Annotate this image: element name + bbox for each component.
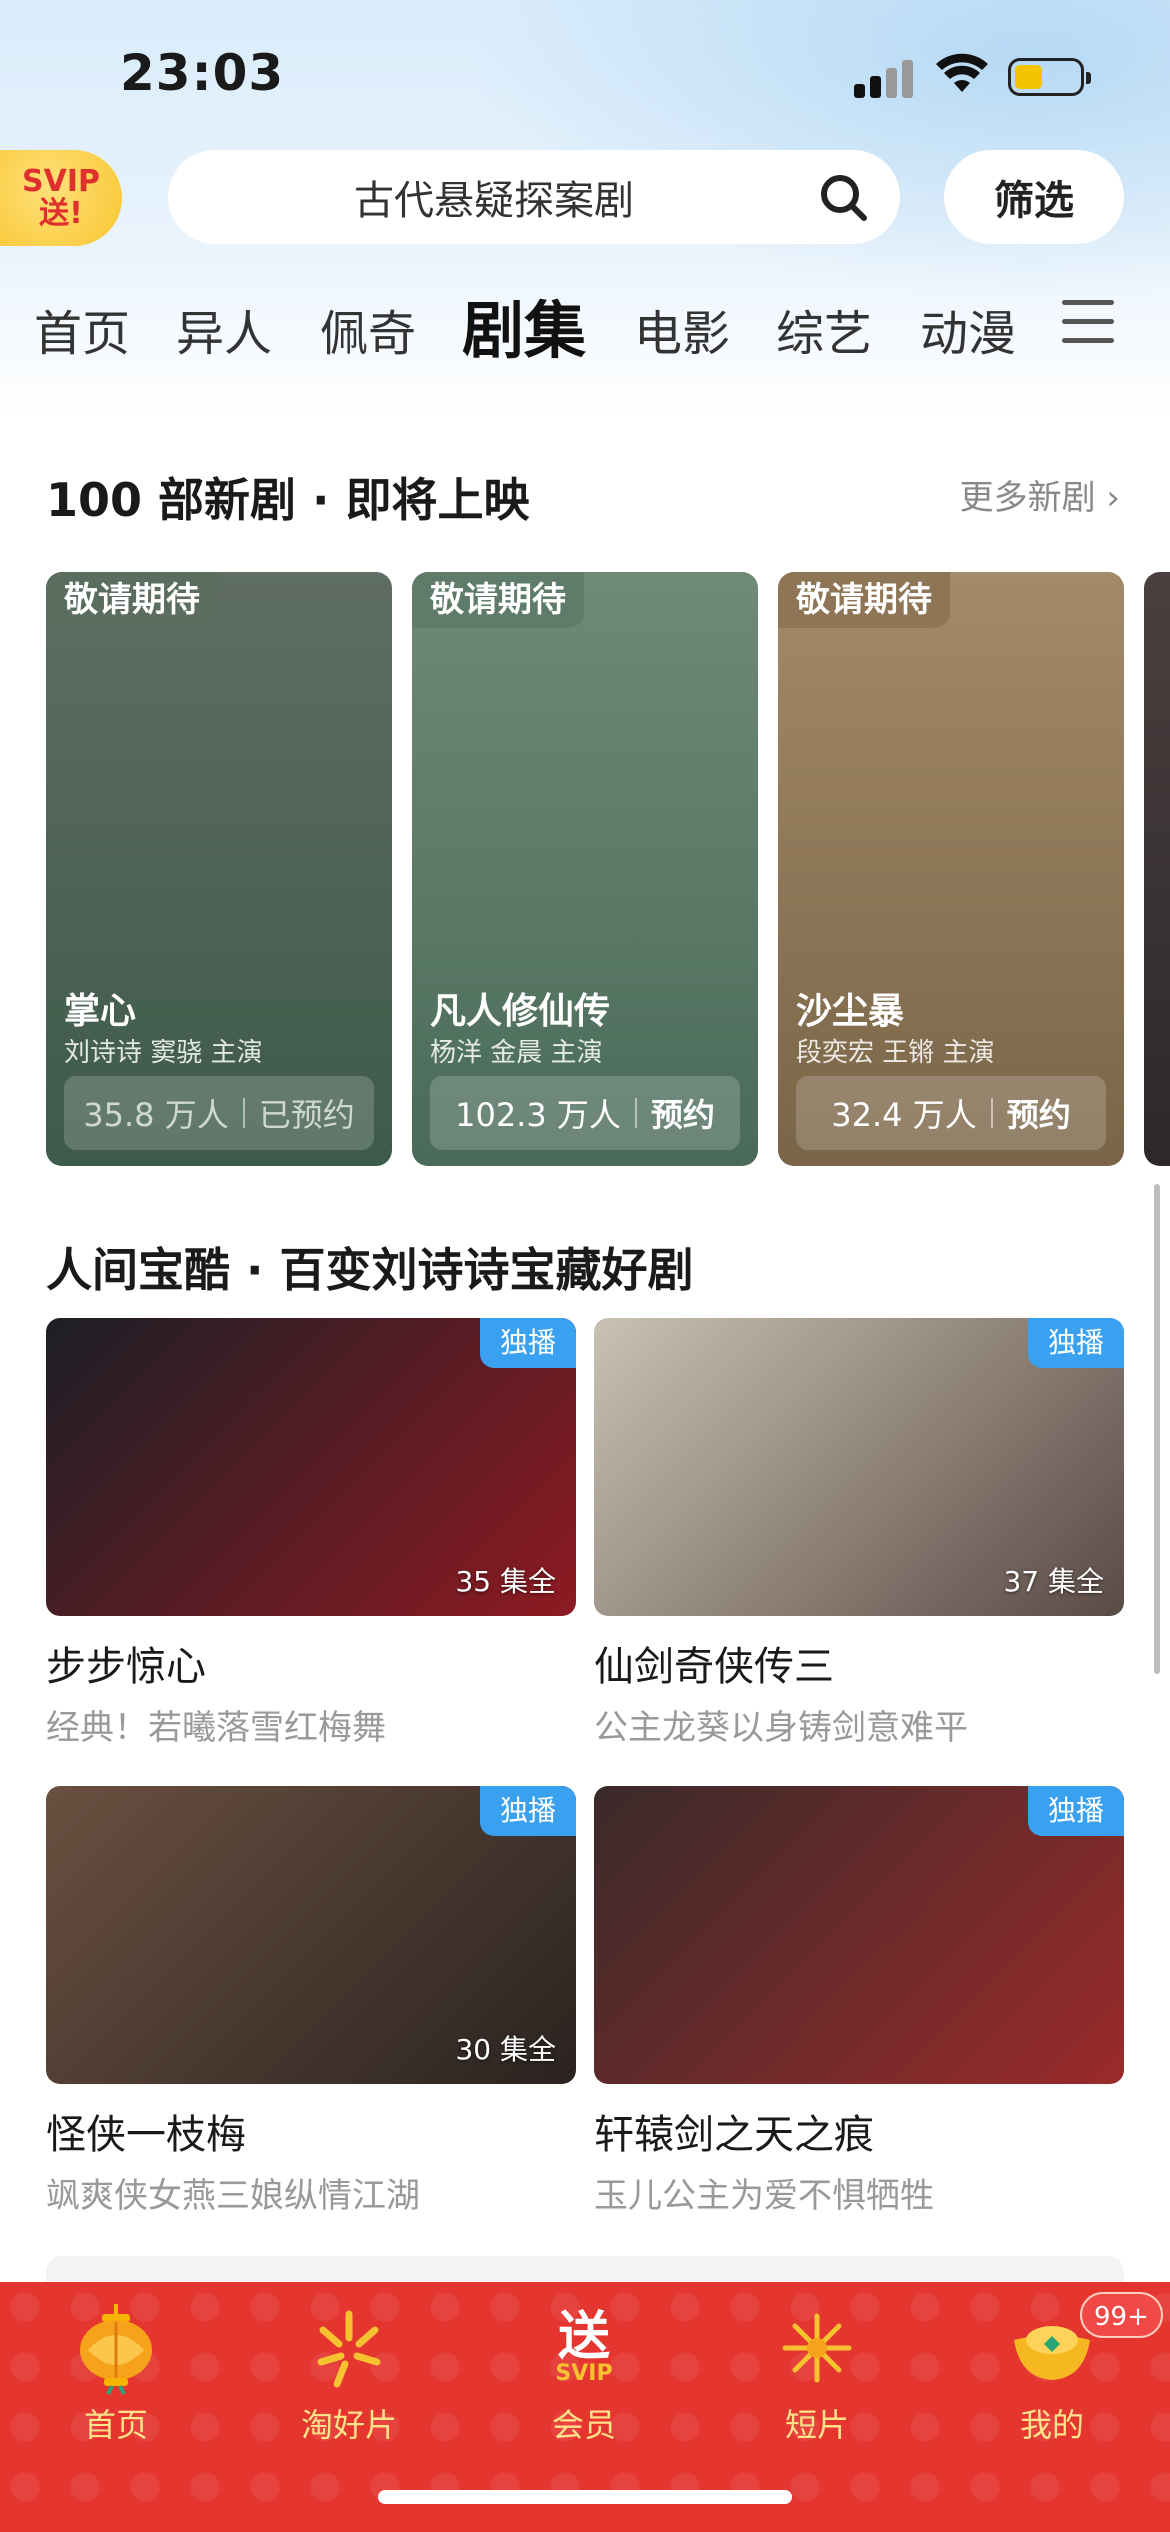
card-title: 沙尘暴	[796, 991, 905, 1032]
divider	[634, 1098, 637, 1128]
svip-gift-icon: 送 SVIP	[536, 2300, 632, 2396]
drama-title: 仙剑奇侠传三	[594, 1644, 834, 1690]
nav-home[interactable]: 首页	[26, 2300, 206, 2450]
exclusive-badge: 独播	[1028, 1318, 1124, 1368]
reserve-count: 102.3 万人	[455, 1096, 621, 1134]
drama-description: 经典！若曦落雪红梅舞	[46, 1708, 386, 1748]
tab-movies[interactable]: 电影	[634, 294, 730, 364]
nav-profile-label: 我的	[1019, 2406, 1084, 2444]
drama-title: 步步惊心	[46, 1644, 206, 1690]
svip-badge-line2: 送!	[39, 196, 83, 231]
drama-card[interactable]: 独播 37 集全 仙剑奇侠传三 公主龙葵以身铸剑意难平	[594, 1318, 1124, 1749]
drama-thumbnail[interactable]: 独播 30 集全	[46, 1786, 576, 2084]
upcoming-card[interactable]: 敬请期待 凡人修仙传 杨洋 金晨 主演 102.3 万人 预约	[412, 572, 758, 1166]
card-title: 掌心	[64, 991, 137, 1032]
search-icon[interactable]	[818, 172, 870, 224]
gift-glyph: 送	[557, 2307, 610, 2367]
drama-thumbnail[interactable]: 独播 35 集全	[46, 1318, 576, 1616]
exclusive-badge: 独播	[480, 1318, 576, 1368]
search-text: 古代悬疑探案剧	[354, 178, 634, 224]
divider	[990, 1098, 993, 1128]
nav-shorts-label: 短片	[784, 2406, 849, 2444]
upcoming-card[interactable]: 敬请期待 掌心 刘诗诗 窦骁 主演 35.8 万人 已预约	[46, 572, 392, 1166]
tab-yiren[interactable]: 异人	[176, 294, 272, 364]
reserve-status: 已预约	[258, 1096, 355, 1134]
nav-membership-label: 会员	[551, 2406, 616, 2444]
more-new-dramas-link[interactable]: 更多新剧 ›	[960, 470, 1120, 519]
nav-discover-label: 淘好片	[300, 2406, 397, 2444]
card-title: 凡人修仙传	[430, 991, 611, 1032]
tab-series[interactable]: 剧集	[462, 280, 586, 370]
signal-icon	[854, 58, 914, 98]
exclusive-badge: 独播	[480, 1786, 576, 1836]
drama-title: 轩辕剑之天之痕	[594, 2112, 874, 2158]
svip-gift-badge[interactable]: SVIP 送!	[0, 150, 122, 246]
svip-badge-line1: SVIP	[22, 164, 100, 199]
search-input[interactable]: 古代悬疑探案剧	[168, 150, 900, 244]
coming-soon-tag: 敬请期待	[778, 572, 950, 628]
nav-shorts[interactable]: 短片	[727, 2300, 907, 2450]
reserve-action: 预约	[650, 1096, 715, 1134]
drama-thumbnail[interactable]: 独播	[594, 1786, 1124, 2084]
episode-count: 37 集全	[1003, 1565, 1104, 1598]
svip-text: SVIP	[555, 2361, 613, 2386]
upcoming-card[interactable]: 敬请期待 沙尘暴 段奕宏 王锵 主演 32.4 万人 预约	[778, 572, 1124, 1166]
coming-soon-tag: 敬请期待	[412, 572, 584, 628]
home-indicator[interactable]	[378, 2490, 792, 2504]
filter-button[interactable]: 筛选	[944, 150, 1124, 244]
reserve-count: 32.4 万人	[831, 1096, 977, 1134]
drama-card[interactable]: 独播 轩辕剑之天之痕 玉儿公主为爱不惧牺牲	[594, 1786, 1124, 2217]
channel-tabs: 首页 异人 佩奇 剧集 电影 综艺 动漫	[0, 280, 1170, 370]
upcoming-section-title: 100 部新剧 · 即将上映	[46, 473, 530, 527]
drama-title: 怪侠一枝梅	[46, 2112, 246, 2158]
firework-icon	[301, 2300, 397, 2396]
card-cast: 杨洋 金晨 主演	[430, 1038, 603, 1068]
lantern-icon	[68, 2300, 164, 2396]
wifi-icon	[936, 53, 988, 92]
reserve-count: 35.8 万人	[83, 1096, 229, 1134]
reserve-button[interactable]: 35.8 万人 已预约	[64, 1076, 374, 1150]
drama-description: 公主龙葵以身铸剑意难平	[594, 1708, 968, 1748]
nav-membership[interactable]: 送 SVIP 会员	[494, 2300, 674, 2450]
nav-discover[interactable]: 淘好片	[259, 2300, 439, 2450]
episode-count: 35 集全	[455, 1565, 556, 1598]
sparkle-icon	[769, 2300, 865, 2396]
menu-icon[interactable]	[1062, 300, 1114, 344]
nav-home-label: 首页	[83, 2406, 148, 2444]
tab-anime[interactable]: 动漫	[920, 294, 1016, 364]
episode-count: 30 集全	[455, 2033, 556, 2066]
drama-card[interactable]: 独播 35 集全 步步惊心 经典！若曦落雪红梅舞	[46, 1318, 576, 1749]
tab-peppa[interactable]: 佩奇	[320, 294, 416, 364]
card-cast: 段奕宏 王锵 主演	[796, 1038, 995, 1068]
reserve-button[interactable]: 32.4 万人 预约	[796, 1076, 1106, 1150]
showcase-section-title: 人间宝酷 · 百变刘诗诗宝藏好剧	[46, 1243, 694, 1297]
drama-card[interactable]: 独播 30 集全 怪侠一枝梅 飒爽侠女燕三娘纵情江湖	[46, 1786, 576, 2217]
scrollbar[interactable]	[1154, 1184, 1160, 1674]
divider	[242, 1098, 245, 1128]
tab-variety[interactable]: 综艺	[776, 294, 872, 364]
coming-soon-tag: 敬请期待	[46, 572, 218, 628]
reserve-button[interactable]: 102.3 万人 预约	[430, 1076, 740, 1150]
drama-description: 飒爽侠女燕三娘纵情江湖	[46, 2176, 420, 2216]
upcoming-card-partial[interactable]	[1144, 572, 1170, 1166]
tab-home[interactable]: 首页	[34, 294, 130, 364]
status-time: 23:03	[120, 44, 285, 102]
exclusive-badge: 独播	[1028, 1786, 1124, 1836]
drama-thumbnail[interactable]: 独播 37 集全	[594, 1318, 1124, 1616]
drama-description: 玉儿公主为爱不惧牺牲	[594, 2176, 934, 2216]
reserve-action: 预约	[1006, 1096, 1071, 1134]
battery-icon	[1008, 58, 1091, 96]
card-cast: 刘诗诗 窦骁 主演	[64, 1038, 263, 1068]
notification-badge: 99+	[1080, 2292, 1163, 2338]
